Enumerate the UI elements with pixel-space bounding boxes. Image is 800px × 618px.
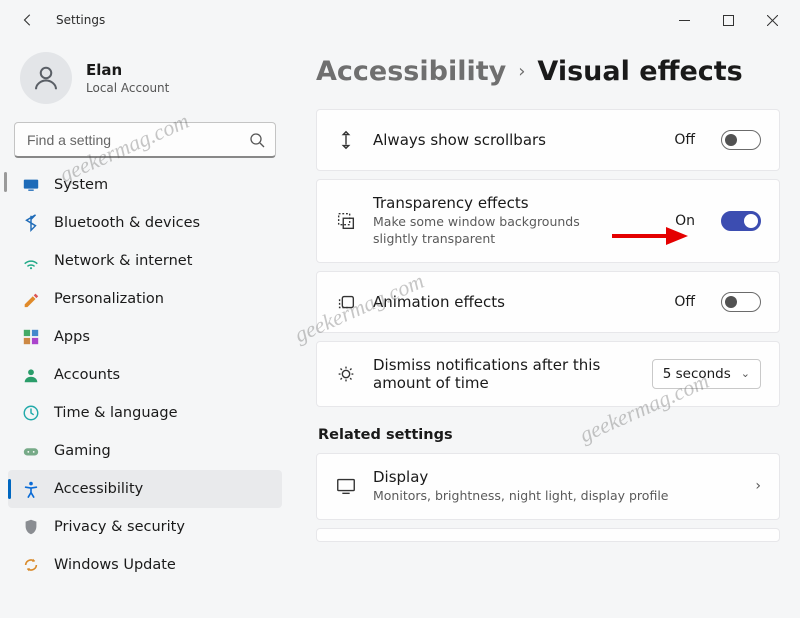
- search-input[interactable]: [25, 131, 249, 149]
- profile-block[interactable]: Elan Local Account: [8, 40, 282, 122]
- setting-subtitle: Make some window backgrounds slightly tr…: [373, 214, 603, 248]
- scrollbar-icon: [335, 129, 357, 151]
- sidebar-nav: System Bluetooth & devices Network & int…: [8, 166, 282, 584]
- dropdown-value: 5 seconds: [663, 366, 731, 382]
- sidebar-item-personalization[interactable]: Personalization: [8, 280, 282, 318]
- minimize-button[interactable]: [662, 0, 706, 40]
- main-panel: Accessibility › Visual effects Always sh…: [300, 46, 800, 550]
- setting-row-scrollbars: Always show scrollbars Off: [316, 109, 780, 171]
- profile-subtitle: Local Account: [86, 81, 169, 95]
- privacy-icon: [22, 518, 40, 536]
- animation-icon: [335, 291, 357, 313]
- related-row-partial[interactable]: [316, 528, 780, 542]
- notification-timer-icon: [335, 363, 357, 385]
- related-subtitle: Monitors, brightness, night light, displ…: [373, 488, 739, 505]
- maximize-button[interactable]: [706, 0, 750, 40]
- close-button[interactable]: [750, 0, 794, 40]
- toggle-state-label: Off: [674, 132, 695, 148]
- back-button[interactable]: [8, 0, 48, 40]
- sidebar-item-system[interactable]: System: [8, 166, 282, 204]
- breadcrumb: Accessibility › Visual effects: [316, 56, 780, 87]
- sidebar-item-accounts[interactable]: Accounts: [8, 356, 282, 394]
- transparency-toggle[interactable]: [721, 211, 761, 231]
- chevron-right-icon: ›: [755, 478, 761, 494]
- chevron-right-icon: ›: [518, 61, 525, 82]
- sidebar-item-label: Accessibility: [54, 481, 143, 497]
- time-language-icon: [22, 404, 40, 422]
- setting-title: Transparency effects: [373, 194, 659, 212]
- window-title: Settings: [56, 13, 105, 27]
- titlebar: Settings: [0, 0, 800, 40]
- search-icon: [249, 132, 265, 148]
- accounts-icon: [22, 366, 40, 384]
- notification-timeout-dropdown[interactable]: 5 seconds ⌄: [652, 359, 761, 389]
- avatar: [20, 52, 72, 104]
- setting-title: Animation effects: [373, 293, 658, 311]
- sidebar-item-label: System: [54, 177, 108, 193]
- sidebar-panel: Elan Local Account System Bluetooth & de…: [0, 40, 290, 584]
- display-icon: [335, 475, 357, 497]
- sidebar-item-label: Privacy & security: [54, 519, 185, 535]
- sidebar-item-privacy[interactable]: Privacy & security: [8, 508, 282, 546]
- setting-row-notification-timeout: Dismiss notifications after this amount …: [316, 341, 780, 407]
- setting-row-transparency: Transparency effects Make some window ba…: [316, 179, 780, 263]
- related-title: Display: [373, 468, 739, 486]
- toggle-state-label: Off: [674, 294, 695, 310]
- personalization-icon: [22, 290, 40, 308]
- chevron-down-icon: ⌄: [741, 367, 750, 380]
- sidebar-item-apps[interactable]: Apps: [8, 318, 282, 356]
- sidebar-item-label: Personalization: [54, 291, 164, 307]
- sidebar-item-label: Network & internet: [54, 253, 192, 269]
- sidebar-item-label: Windows Update: [54, 557, 176, 573]
- apps-icon: [22, 328, 40, 346]
- sidebar-item-label: Accounts: [54, 367, 120, 383]
- search-box[interactable]: [14, 122, 276, 158]
- sidebar-item-accessibility[interactable]: Accessibility: [8, 470, 282, 508]
- scrollbars-toggle[interactable]: [721, 130, 761, 150]
- sidebar-item-time-language[interactable]: Time & language: [8, 394, 282, 432]
- page-title: Visual effects: [537, 56, 742, 87]
- accessibility-icon: [22, 480, 40, 498]
- animation-toggle[interactable]: [721, 292, 761, 312]
- related-settings-heading: Related settings: [318, 427, 780, 443]
- windows-update-icon: [22, 556, 40, 574]
- setting-title: Dismiss notifications after this amount …: [373, 356, 613, 392]
- sidebar-item-label: Bluetooth & devices: [54, 215, 200, 231]
- related-row-display[interactable]: Display Monitors, brightness, night ligh…: [316, 453, 780, 520]
- sidebar-item-label: Time & language: [54, 405, 178, 421]
- sidebar-item-label: Apps: [54, 329, 90, 345]
- toggle-state-label: On: [675, 213, 695, 229]
- profile-name: Elan: [86, 61, 169, 79]
- sidebar-item-windows-update[interactable]: Windows Update: [8, 546, 282, 584]
- sidebar-item-bluetooth[interactable]: Bluetooth & devices: [8, 204, 282, 242]
- setting-row-animation: Animation effects Off: [316, 271, 780, 333]
- gaming-icon: [22, 442, 40, 460]
- transparency-icon: [335, 210, 357, 232]
- network-icon: [22, 252, 40, 270]
- sidebar-item-label: Gaming: [54, 443, 111, 459]
- bluetooth-icon: [22, 214, 40, 232]
- nav-scrollbar-thumb[interactable]: [4, 172, 7, 192]
- sidebar-item-network[interactable]: Network & internet: [8, 242, 282, 280]
- system-icon: [22, 176, 40, 194]
- setting-title: Always show scrollbars: [373, 131, 658, 149]
- breadcrumb-parent[interactable]: Accessibility: [316, 56, 506, 87]
- sidebar-item-gaming[interactable]: Gaming: [8, 432, 282, 470]
